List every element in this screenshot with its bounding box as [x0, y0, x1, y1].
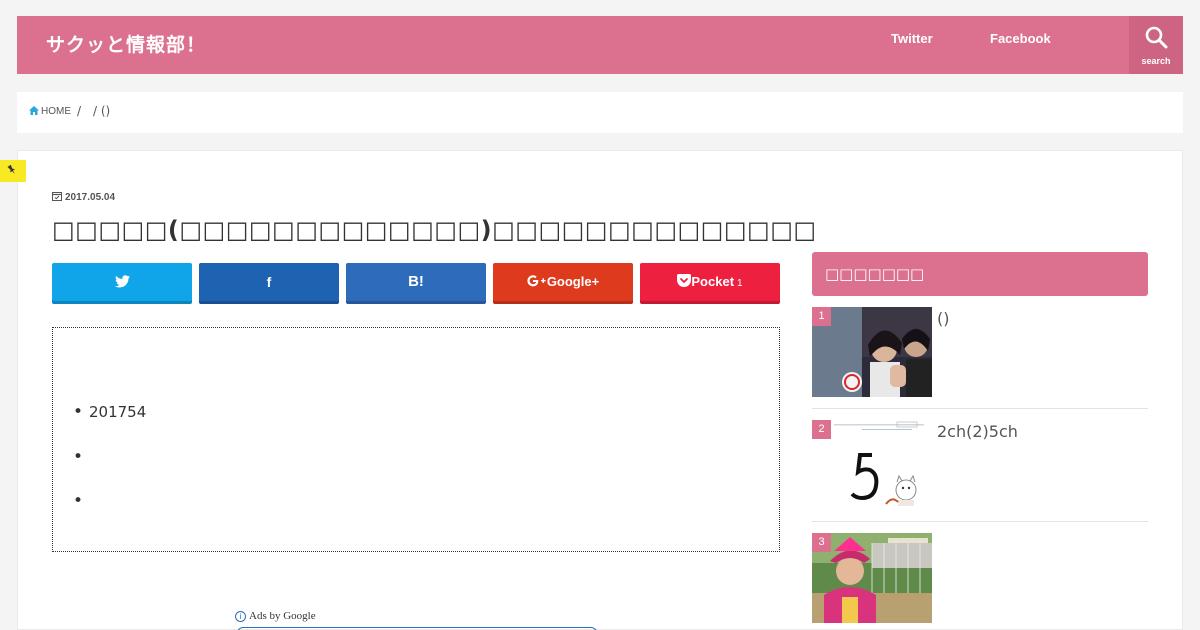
post-title: □□□□□(□□□□□□□□□□□□□)□□□□□□□□□□□□□□: [52, 216, 817, 244]
search-button[interactable]: search: [1129, 16, 1183, 74]
search-label: search: [1141, 56, 1171, 66]
post-date-value: 2017.05.04: [65, 192, 116, 203]
pocket-icon: [677, 274, 692, 287]
ranking-item[interactable]: 1 (): [812, 307, 1148, 409]
toc-list: 201754: [73, 401, 146, 535]
share-google-button[interactable]: Google+: [493, 263, 633, 304]
hatena-icon: B!: [408, 273, 424, 290]
share-twitter-button[interactable]: [52, 263, 192, 304]
share-pocket-button[interactable]: Pocket 1: [640, 263, 780, 304]
search-icon: [1145, 26, 1168, 49]
ranking-item[interactable]: 3: [812, 533, 1148, 630]
share-facebook-button[interactable]: f: [199, 263, 339, 304]
breadcrumb-current[interactable]: / (): [93, 104, 110, 118]
ranking-widget-title: □□□□□□□: [812, 252, 1148, 296]
breadcrumb-home-link[interactable]: HOME: [29, 106, 71, 117]
info-icon: i: [235, 611, 246, 622]
site-header: サクッと情報部！ Twitter Facebook search: [17, 16, 1183, 74]
share-pocket-label: Pocket: [691, 274, 735, 289]
ranking-thumbnail[interactable]: 2: [812, 420, 932, 510]
share-hatena-button[interactable]: B!: [346, 263, 486, 304]
rank-number: 1: [812, 307, 831, 326]
ranking-item-title[interactable]: (): [937, 309, 949, 328]
toc-box: 201754: [52, 327, 780, 552]
share-pocket-count: 1: [737, 278, 743, 289]
pin-icon: [7, 164, 16, 175]
google-plus-icon: [527, 275, 546, 287]
facebook-icon: f: [266, 274, 272, 290]
ranking-item-title[interactable]: 2ch(2)5ch: [937, 422, 1018, 441]
breadcrumb-home-label: HOME: [41, 106, 71, 117]
breadcrumb-separator: /: [77, 104, 82, 118]
toc-item[interactable]: 201754: [73, 401, 146, 446]
toc-item[interactable]: [73, 490, 146, 535]
home-icon: [29, 106, 39, 115]
pin-badge: [0, 160, 26, 182]
ads-label: Ads by Google: [249, 610, 316, 622]
calendar-icon: [52, 192, 62, 201]
ads-by-google[interactable]: i Ads by Google: [235, 610, 316, 622]
share-google-label: Google+: [546, 274, 600, 289]
rank-number: 2: [812, 420, 831, 439]
twitter-icon: [114, 275, 130, 288]
nav-facebook-link[interactable]: Facebook: [990, 31, 1051, 46]
toc-item[interactable]: [73, 446, 146, 491]
nav-twitter-link[interactable]: Twitter: [891, 31, 933, 46]
site-logo[interactable]: サクッと情報部！: [46, 30, 206, 57]
ranking-item[interactable]: 2 2ch(2)5ch: [812, 420, 1148, 522]
post-date: 2017.05.04: [52, 191, 115, 203]
breadcrumb: HOME / / (): [17, 92, 1183, 133]
ranking-thumbnail[interactable]: 3: [812, 533, 932, 623]
ranking-thumbnail[interactable]: 1: [812, 307, 932, 397]
rank-number: 3: [812, 533, 831, 552]
